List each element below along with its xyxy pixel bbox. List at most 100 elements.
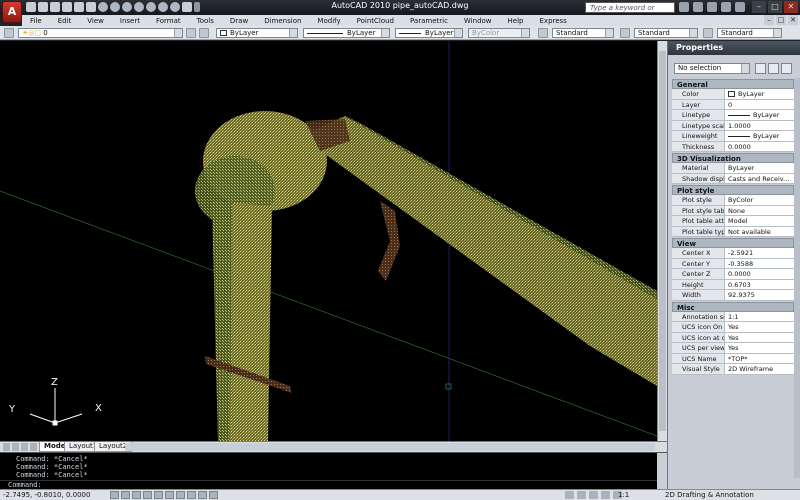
selection-dropdown[interactable]: No selection (674, 63, 750, 74)
vertical-scrollbar-thumb[interactable] (659, 51, 666, 431)
pan-tool-icon[interactable] (601, 491, 610, 499)
property-value[interactable]: Casts and Receiv... (725, 173, 794, 183)
subscription-center-icon[interactable] (693, 2, 703, 12)
property-value[interactable]: ByLayer (725, 131, 794, 141)
open-icon[interactable] (38, 2, 48, 12)
section-header[interactable]: View (672, 238, 794, 248)
property-value[interactable]: -2.5921 (725, 248, 794, 258)
undo-icon[interactable] (74, 2, 84, 12)
zoom-window-icon[interactable] (122, 2, 132, 12)
application-menu-button[interactable]: A (2, 1, 22, 23)
property-value[interactable]: Yes (725, 322, 794, 332)
property-row[interactable]: Plot style ByColor (672, 195, 794, 206)
property-value[interactable]: 92.9375 (725, 290, 794, 300)
dynamic-input-icon[interactable] (187, 491, 196, 499)
doc-close-button[interactable]: ✕ (788, 15, 798, 25)
property-value[interactable]: 0.0000 (725, 269, 794, 279)
design-center-icon[interactable] (158, 2, 168, 12)
lineweight-dropdown[interactable]: ByLayer (395, 28, 463, 38)
property-value[interactable]: Yes (725, 343, 794, 353)
property-value[interactable]: Yes (725, 332, 794, 342)
quick-select-icon[interactable] (781, 63, 792, 74)
tab-first-icon[interactable] (3, 443, 10, 451)
dim-style-dropdown[interactable]: Standard (634, 28, 698, 38)
object-snap-icon[interactable] (154, 491, 163, 499)
property-row[interactable]: Height 0.6703 (672, 279, 794, 290)
property-row[interactable]: Layer 0 (672, 99, 794, 110)
sheet-set-icon[interactable] (182, 2, 192, 12)
menu-view[interactable]: View (79, 17, 112, 25)
property-row[interactable]: Visual Style 2D Wireframe (672, 364, 794, 375)
snap-mode-icon[interactable] (110, 491, 119, 499)
text-style-icon[interactable] (538, 28, 548, 38)
property-value[interactable]: ByLayer (725, 163, 794, 173)
tab-last-icon[interactable] (30, 443, 37, 451)
save-icon[interactable] (50, 2, 60, 12)
toggle-pickadd-icon[interactable] (755, 63, 766, 74)
property-row[interactable]: Annotation scale1:1 (672, 311, 794, 322)
property-row[interactable]: Linetype ByLayer (672, 110, 794, 121)
print-icon[interactable] (62, 2, 72, 12)
property-row[interactable]: Material ByLayer (672, 163, 794, 174)
table-style-dropdown[interactable]: Standard (717, 28, 782, 38)
zoom-previous-icon[interactable] (134, 2, 144, 12)
doc-minimize-button[interactable]: – (764, 15, 774, 25)
dynamic-ucs-icon[interactable] (176, 491, 185, 499)
property-value[interactable]: Not available (725, 226, 794, 236)
menu-dimension[interactable]: Dimension (256, 17, 309, 25)
property-row[interactable]: Plot style tableNone (672, 205, 794, 216)
property-row[interactable]: Width 92.9375 (672, 290, 794, 301)
layer-properties-icon[interactable] (4, 28, 14, 38)
lineweight-toggle-icon[interactable] (198, 491, 207, 499)
menu-insert[interactable]: Insert (112, 17, 148, 25)
new-icon[interactable] (26, 2, 36, 12)
menu-tools[interactable]: Tools (189, 17, 222, 25)
polar-tracking-icon[interactable] (143, 491, 152, 499)
property-row[interactable]: UCS Name *TOP* (672, 353, 794, 364)
property-row[interactable]: UCS icon at originYes (672, 332, 794, 343)
section-header[interactable]: General (672, 79, 794, 89)
property-value[interactable]: 0.6703 (725, 279, 794, 289)
redo-icon[interactable] (86, 2, 96, 12)
property-value[interactable]: 1.0000 (725, 120, 794, 130)
favorites-icon[interactable] (721, 2, 731, 12)
tab-prev-icon[interactable] (12, 443, 19, 451)
menu-help[interactable]: Help (500, 17, 532, 25)
property-row[interactable]: Color ByLayer (672, 89, 794, 100)
tab-next-icon[interactable] (21, 443, 28, 451)
command-prompt[interactable]: Command: (0, 480, 667, 489)
property-value[interactable]: 0 (725, 99, 794, 109)
property-row[interactable]: Lineweight ByLayer (672, 131, 794, 142)
property-value[interactable]: None (725, 205, 794, 215)
dim-style-icon[interactable] (620, 28, 630, 38)
property-value[interactable]: 1:1 (725, 311, 794, 321)
linetype-dropdown[interactable]: ByLayer (303, 28, 390, 38)
menu-pointcloud[interactable]: PointCloud (349, 17, 402, 25)
menu-file[interactable]: File (22, 17, 50, 25)
quick-properties-icon[interactable] (209, 491, 218, 499)
property-value[interactable]: ByLayer (725, 89, 794, 99)
quick-view-drawings-icon[interactable] (589, 491, 598, 499)
section-header[interactable]: 3D Visualization (672, 153, 794, 163)
properties-icon[interactable] (146, 2, 156, 12)
property-row[interactable]: Linetype scale 1.0000 (672, 120, 794, 131)
property-row[interactable]: Center X -2.5921 (672, 248, 794, 259)
property-row[interactable]: UCS per viewportYes (672, 343, 794, 354)
text-style-dropdown[interactable]: Standard (552, 28, 614, 38)
horizontal-scrollbar[interactable] (125, 443, 655, 451)
ortho-mode-icon[interactable] (132, 491, 141, 499)
property-row[interactable]: Center Y -0.3588 (672, 258, 794, 269)
coordinates-readout[interactable]: -2.7495, -0.8010, 0.0000 (3, 491, 90, 499)
zoom-icon[interactable] (98, 2, 108, 12)
help-icon[interactable] (735, 2, 745, 12)
search-input[interactable]: Type a keyword or phrase (585, 2, 675, 23)
menu-format[interactable]: Format (148, 17, 189, 25)
menu-modify[interactable]: Modify (309, 17, 348, 25)
property-row[interactable]: Plot table attac...Model (672, 216, 794, 227)
command-scrollbar[interactable] (657, 453, 667, 489)
model-space-icon[interactable] (565, 491, 574, 499)
menu-edit[interactable]: Edit (50, 17, 80, 25)
color-dropdown[interactable]: ByLayer (216, 28, 298, 38)
close-button[interactable]: ✕ (784, 1, 798, 13)
annotation-scale-label[interactable]: 1:1 (618, 490, 629, 500)
